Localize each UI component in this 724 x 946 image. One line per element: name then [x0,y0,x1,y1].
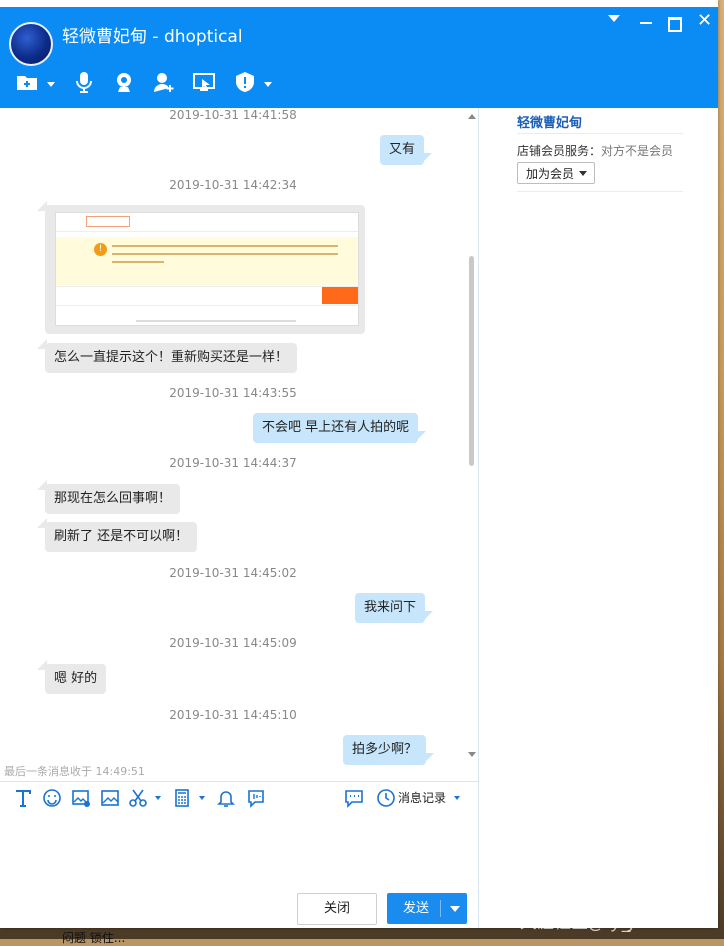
message-bubble-received[interactable]: 怎么一直提示这个！重新购买还是一样！ [36,339,298,373]
file-transfer-icon[interactable] [15,70,39,94]
menu-dropdown-icon[interactable] [608,15,620,22]
screenshot-image[interactable]: ! [55,212,359,326]
chat-window: 轻微曹妃甸 - dhoptical ✕ 2019-10-31 14:41:58 … [0,0,718,928]
microphone-icon[interactable] [72,70,96,94]
avatar[interactable] [9,22,53,66]
add-member-label: 加为会员 [526,167,575,181]
message-bubble-sent[interactable]: 我来问下 [355,593,434,623]
scroll-down-icon[interactable] [468,752,476,757]
send-button[interactable]: 发送 [387,893,467,924]
watermark: 天涯社区@ty_JIMMY60 [520,913,702,933]
quick-reply-icon[interactable] [344,788,364,808]
message-timestamp: 2019-10-31 14:41:58 [169,108,297,122]
message-bubble-sent[interactable]: 拍多少啊？ [343,735,435,765]
background-text: 闷题 锁住... [62,931,126,945]
message-timestamp: 2019-10-31 14:42:34 [169,178,297,192]
close-button[interactable]: 关闭 [297,893,377,925]
scissors-dropdown-icon[interactable] [155,796,161,800]
message-timestamp: 2019-10-31 14:44:37 [169,456,297,470]
remote-assist-icon[interactable] [192,70,216,94]
warning-icon: ! [94,243,107,256]
send-options-dropdown-icon[interactable] [450,906,460,912]
divider [517,133,683,134]
chat-messages[interactable]: 2019-10-31 14:41:58 又有 2019-10-31 14:42:… [0,108,478,768]
divider [517,191,683,192]
send-button-label: 发送 [403,901,430,916]
image-upload-icon[interactable] [71,788,91,808]
window-title: 轻微曹妃甸 - dhoptical [62,27,243,47]
message-timestamp: 2019-10-31 14:45:10 [169,708,297,722]
file-transfer-dropdown-icon[interactable] [47,82,55,87]
member-service-label: 店铺会员服务： [517,144,602,158]
close-window-icon[interactable]: ✕ [697,12,712,30]
message-bubble-sent[interactable]: 不会吧 早上还有人拍的呢 [253,413,427,443]
voice-message-icon[interactable] [246,788,266,808]
member-service-value: 对方不是会员 [601,144,674,158]
message-bubble-sent[interactable]: 又有 [380,135,433,165]
bell-icon[interactable] [216,788,236,808]
message-timestamp: 2019-10-31 14:45:09 [169,636,297,650]
chat-scrollbar[interactable] [468,110,476,760]
scissors-icon[interactable] [128,788,148,808]
scroll-thumb[interactable] [469,256,474,466]
add-contact-icon[interactable] [152,70,176,94]
title-bar: 轻微曹妃甸 - dhoptical ✕ [0,7,718,108]
shield-icon[interactable] [233,70,257,94]
history-dropdown-icon[interactable] [454,796,460,800]
scroll-up-icon[interactable] [468,114,476,119]
clock-icon[interactable] [376,788,396,808]
video-icon[interactable] [112,70,136,94]
shop-name[interactable]: 轻微曹妃甸 [517,112,582,131]
chevron-down-icon [579,171,587,176]
add-member-button[interactable]: 加为会员 [517,162,595,184]
member-service-status: 店铺会员服务：对方不是会员 [517,142,673,159]
font-icon[interactable] [13,788,33,808]
message-bubble-received[interactable]: 嗯 好的 [36,660,107,694]
input-toolbar: 消息记录 [0,781,478,812]
maximize-icon[interactable] [668,17,682,32]
message-history-link[interactable]: 消息记录 [398,789,446,806]
calculator-dropdown-icon[interactable] [199,796,205,800]
message-bubble-received[interactable]: 那现在怎么回事啊！ [36,480,181,514]
message-bubble-received[interactable]: 刷新了 还是不可以啊！ [36,518,198,552]
image-message[interactable]: ! [37,201,365,334]
calculator-icon[interactable] [172,788,192,808]
shield-dropdown-icon[interactable] [264,82,272,87]
message-timestamp: 2019-10-31 14:45:02 [169,566,297,580]
message-timestamp: 2019-10-31 14:43:55 [169,386,297,400]
minimize-icon[interactable] [640,15,652,24]
picture-icon[interactable] [100,788,120,808]
last-message-note: 最后一条消息收于 14:49:51 [4,765,145,778]
send-separator [440,900,441,917]
panel-divider [478,108,479,928]
emoji-icon[interactable] [42,788,62,808]
